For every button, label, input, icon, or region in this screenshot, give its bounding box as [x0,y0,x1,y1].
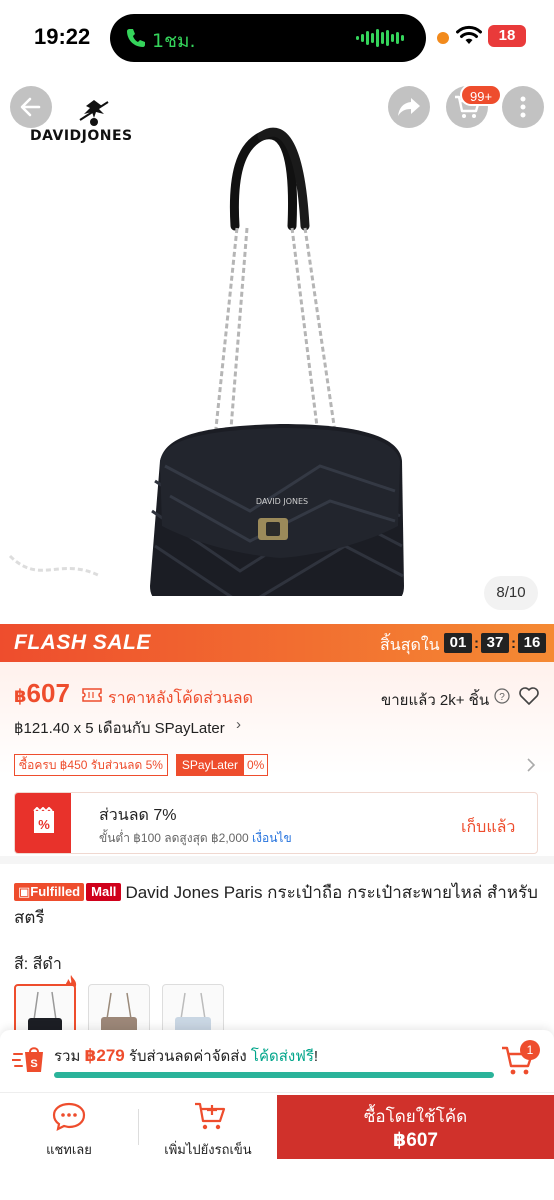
price-after-code-label: ราคาหลังโค้ดส่วนลด [108,690,253,707]
back-button[interactable] [10,86,52,128]
help-icon[interactable]: ? [494,688,510,704]
price-amount: 607 [26,678,70,708]
shop-voucher-card: % ส่วนลด 7% ขั้นต่ำ ฿100 ลดสูงสุด ฿2,000… [14,792,538,854]
installment-info[interactable]: ฿121.40 x 5 เดือนกับ SPayLater [14,716,225,740]
voucher-percent-icon: % [33,807,54,833]
buy-with-code-button[interactable]: ซื้อโดยใช้โค้ด ฿607 [277,1095,554,1159]
svg-text:S: S [30,1058,37,1070]
wifi-icon [456,25,482,44]
flash-ends-label: สิ้นสุดใน [380,637,440,654]
countdown-seconds: 16 [518,633,546,653]
countdown-hours: 01 [444,633,472,653]
voucher-title: ส่วนลด 7% [99,807,177,824]
shipping-total: ฿279 [84,1046,125,1065]
color-variant-label: สี: สีดำ [14,956,62,973]
product-price: ฿607 [14,678,70,709]
chevron-right-icon[interactable] [524,754,538,776]
flash-sale-banner[interactable]: FLASH SALE สิ้นสุดใน 01 : 37 : 16 [0,624,554,662]
voucher-description: ขั้นต่ำ ฿100 ลดสูงสุด ฿2,000 เงื่อนไข [99,831,292,845]
promo-tags[interactable]: ซื้อครบ ฿450 รับส่วนลด 5% SPayLater 0% [14,754,269,776]
bottom-action-bar: แชทเลย เพิ่มไปยังรถเข็น ซื้อโดยใช้โค้ด ฿… [0,1092,554,1200]
shipping-progress-bar [54,1072,494,1078]
share-button[interactable] [388,86,430,128]
fulfilled-badge: ▣Fulfilled [14,883,85,901]
chat-label: แชทเลย [46,1142,92,1157]
more-vertical-icon [520,96,526,118]
status-bar: 19:22 1ชม. 18 [0,0,554,76]
add-to-cart-icon [195,1102,226,1130]
coupon-icon [82,688,102,702]
product-title: ▣Fulfilled Mall David Jones Paris กระเป๋าถ… [14,880,544,930]
shipping-bag-icon: S [12,1047,43,1072]
more-options-button[interactable] [502,86,544,128]
price-section: ฿607 ราคาหลังโค้ดส่วนลด ขายแล้ว 2k+ ชิ้น… [0,662,554,854]
chat-icon [52,1102,86,1131]
buy-button-label: ซื้อโดยใช้โค้ด [363,1107,468,1126]
sold-count: ขายแล้ว 2k+ ชิ้น [381,692,490,709]
product-image-carousel[interactable]: DAVID JONES DAVIDJONES 99+ 8/10 [0,76,554,624]
add-to-cart-label: เพิ่มไปยังรถเข็น [164,1142,252,1157]
shipping-message: รวม ฿279 รับส่วนลดค่าจัดส่ง โค้ดส่งฟรี! [54,1046,319,1065]
add-to-cart-button[interactable]: เพิ่มไปยังรถเข็น [139,1093,277,1159]
flash-sale-title: FLASH SALE [14,631,151,654]
voucher-collected-button[interactable]: เก็บแล้ว [461,815,515,840]
arrow-left-icon [20,97,41,117]
buy-button-price: ฿607 [393,1130,438,1151]
privacy-indicator-dot [437,32,449,44]
chevron-right-icon: › [236,716,241,733]
battery-indicator: 18 [488,25,526,47]
mall-badge: Mall [86,883,122,901]
audio-wave-icon [356,29,404,47]
section-divider [0,856,554,864]
free-shipping-code: โค้ดส่งฟรี [250,1048,314,1065]
call-duration: 1ชม. [152,30,196,52]
brand-name: DAVIDJONES [30,128,133,144]
status-time: 19:22 [34,24,91,49]
product-photo: DAVID JONES [8,127,404,596]
heart-icon[interactable] [518,686,540,706]
free-shipping-bar[interactable]: S รวม ฿279 รับส่วนลดค่าจัดส่ง โค้ดส่งฟรี… [0,1030,554,1092]
promo-tag-discount: ซื้อครบ ฿450 รับส่วนลด 5% [14,754,168,776]
svg-text:?: ? [499,692,505,703]
phone-icon [127,29,145,47]
countdown-minutes: 37 [481,633,509,653]
cart-count-badge: 1 [520,1040,540,1060]
bag-logo: DAVID JONES [256,497,308,506]
cart-count-badge: 99+ [460,84,503,106]
price-currency: ฿ [14,686,27,706]
image-page-counter: 8/10 [484,576,538,610]
svg-text:%: % [38,817,50,832]
voucher-badge: % [15,793,71,853]
chat-button[interactable]: แชทเลย [0,1093,138,1159]
flash-countdown: 01 : 37 : 16 [444,633,546,653]
promo-tag-spaylater: SPayLater 0% [175,754,269,776]
dynamic-island[interactable]: 1ชม. [110,14,426,62]
voucher-conditions-link[interactable]: เงื่อนไข [252,831,292,845]
share-icon [398,98,420,116]
